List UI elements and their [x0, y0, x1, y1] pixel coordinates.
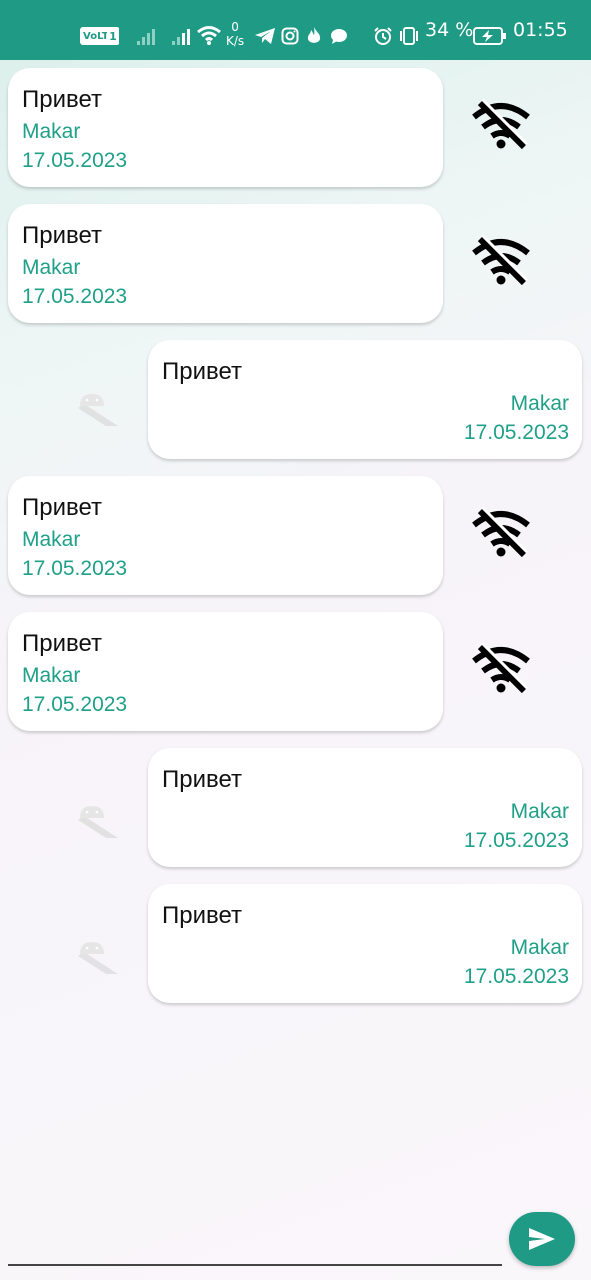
network-speed: 0 K/s [226, 20, 244, 48]
message-bubble[interactable]: Привет Makar 17.05.2023 [8, 68, 443, 187]
message-text: Привет [22, 494, 103, 521]
speed-value: 0 [231, 20, 239, 34]
message-author: Makar [22, 256, 81, 279]
message-bubble[interactable]: Привет Makar 17.05.2023 [8, 204, 443, 323]
message-date: 17.05.2023 [22, 285, 128, 308]
message-author: Makar [22, 664, 81, 687]
android-icon [78, 394, 118, 426]
message-author: Makar [510, 392, 569, 415]
clock: 01:55 [513, 19, 568, 41]
signal-icon [137, 29, 155, 45]
signal-icon-2 [172, 29, 190, 45]
message-bubble[interactable]: Привет Makar 17.05.2023 [148, 884, 582, 1003]
message-author: Makar [22, 528, 81, 551]
message-text: Привет [22, 630, 103, 657]
wifi-off-icon [472, 235, 530, 286]
message-date: 17.05.2023 [463, 829, 569, 852]
message-date: 17.05.2023 [22, 149, 128, 172]
wifi-icon [197, 26, 221, 45]
message-bubble[interactable]: Привет Makar 17.05.2023 [8, 476, 443, 595]
wifi-off-icon [472, 643, 530, 694]
message-bubble[interactable]: Привет Makar 17.05.2023 [8, 612, 443, 731]
instagram-icon [281, 27, 299, 45]
battery-charging-icon [473, 27, 506, 45]
flame-icon [307, 27, 321, 43]
vibrate-icon [400, 27, 418, 45]
message-date: 17.05.2023 [463, 965, 569, 988]
message-text: Привет [162, 766, 243, 793]
telegram-icon [255, 28, 275, 44]
message-author: Makar [22, 120, 81, 143]
sim-badge: 1 [107, 27, 119, 45]
message-text: Привет [22, 86, 103, 113]
android-icon [78, 806, 118, 838]
message-date: 17.05.2023 [22, 557, 128, 580]
send-icon [529, 1228, 555, 1250]
message-author: Makar [510, 800, 569, 823]
status-bar: VoLTE 1 0 K/s 34 % 01:55 [0, 0, 591, 60]
message-author: Makar [510, 936, 569, 959]
message-date: 17.05.2023 [22, 693, 128, 716]
android-icon [78, 942, 118, 974]
alarm-icon [374, 27, 392, 45]
message-text: Привет [22, 222, 103, 249]
wifi-off-icon [472, 507, 530, 558]
wifi-off-icon [472, 99, 530, 150]
speed-unit: K/s [226, 34, 245, 48]
message-date: 17.05.2023 [463, 421, 569, 444]
battery-percent: 34 % [425, 19, 474, 41]
send-button[interactable] [509, 1212, 575, 1266]
message-text: Привет [162, 358, 243, 385]
chat-icon [331, 29, 347, 44]
message-input[interactable] [8, 1264, 502, 1266]
message-bubble[interactable]: Привет Makar 17.05.2023 [148, 340, 582, 459]
message-bubble[interactable]: Привет Makar 17.05.2023 [148, 748, 582, 867]
message-text: Привет [162, 902, 243, 929]
